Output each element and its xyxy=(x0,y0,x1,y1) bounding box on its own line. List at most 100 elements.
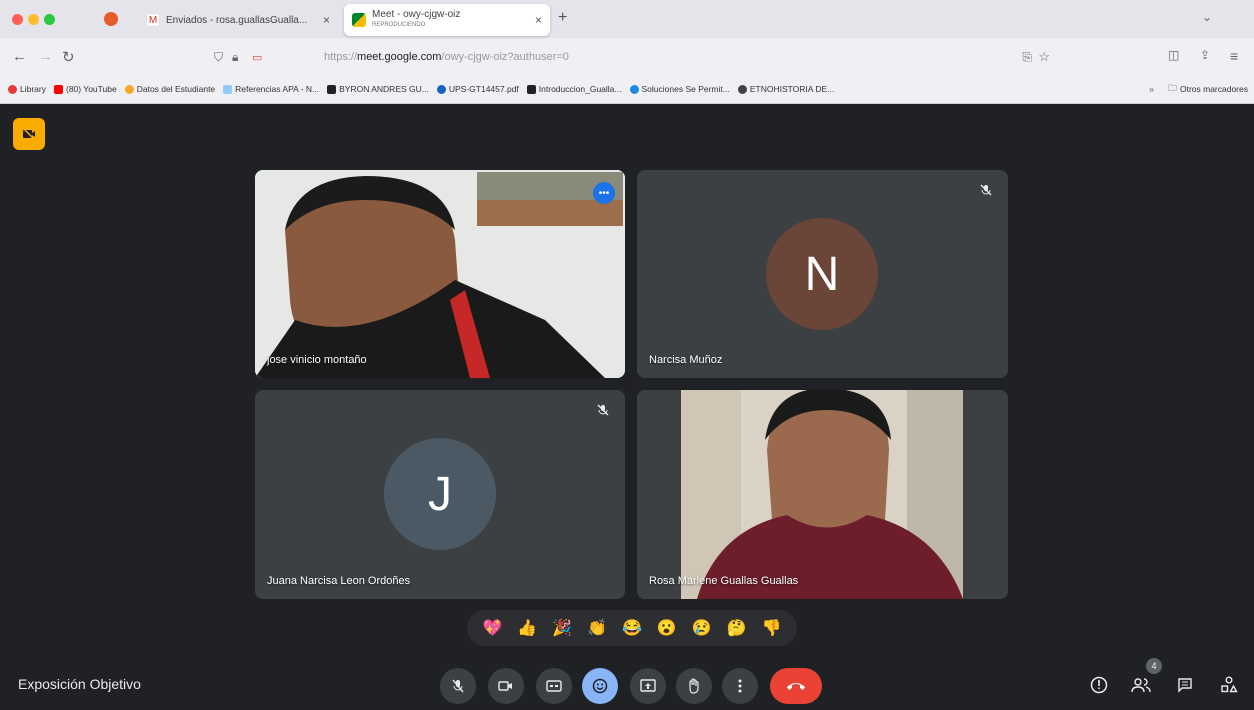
folder-icon: 🗀 xyxy=(1167,83,1177,93)
tab-label: Enviados - rosa.guallasGualla... xyxy=(166,14,308,26)
camera-mic-permission-icon[interactable]: ▭ xyxy=(252,51,262,64)
youtube-icon xyxy=(53,84,63,94)
info-icon xyxy=(1090,676,1108,694)
meeting-details-button[interactable] xyxy=(1086,672,1112,698)
captions-button[interactable] xyxy=(536,668,572,704)
tab-text: Meet - owy-cjgw-oiz REPRODUCIENDO xyxy=(372,9,460,31)
thumbs-down-reaction-button[interactable]: 👎 xyxy=(761,618,781,638)
bookmark-item[interactable]: (80) YouTube xyxy=(53,84,117,94)
pocket-icon[interactable]: ◫ xyxy=(1168,48,1179,62)
people-button[interactable] xyxy=(1128,672,1154,698)
forward-icon[interactable]: → xyxy=(38,48,53,65)
thinking-reaction-button[interactable]: 🤔 xyxy=(727,618,747,638)
camera-button[interactable] xyxy=(488,668,524,704)
participant-name: Narcisa Muñoz xyxy=(649,354,723,366)
bookmark-item[interactable]: UPS-GT14457.pdf xyxy=(436,84,519,94)
tab-gmail[interactable]: M Enviados - rosa.guallasGualla... × xyxy=(138,4,338,36)
translate-icon[interactable]: ⎘ xyxy=(1022,50,1032,65)
firefox-view-icon[interactable] xyxy=(104,12,118,26)
other-bookmarks[interactable]: 🗀 Otros marcadores xyxy=(1168,81,1248,97)
more-options-button[interactable]: ••• xyxy=(593,182,615,204)
maximize-window-button[interactable] xyxy=(44,14,55,25)
raise-hand-button[interactable] xyxy=(676,668,712,704)
control-bar: Exposición Objetivo 4 xyxy=(0,658,1254,710)
present-screen-icon xyxy=(640,679,656,692)
meet-stage: ••• jose vinicio montaño N Narcisa Muñoz… xyxy=(0,104,1254,710)
hand-icon xyxy=(689,678,699,694)
close-tab-icon[interactable]: × xyxy=(535,13,542,27)
close-window-button[interactable] xyxy=(12,14,23,25)
bookmark-label: (80) YouTube xyxy=(65,84,117,94)
tab-meet[interactable]: Meet - owy-cjgw-oiz REPRODUCIENDO × xyxy=(344,4,550,36)
nav-bar: ← → ↻ ⛉ 🔒︎ ▭ https://meet.google.com/owy… xyxy=(0,38,1254,76)
bookmark-item[interactable]: Introduccion_Gualla... xyxy=(526,84,622,94)
url-text: https://meet.google.com/owy-cjgw-oiz?aut… xyxy=(324,51,569,63)
bookmark-favicon-icon xyxy=(526,84,536,94)
participant-tile[interactable]: ••• jose vinicio montaño xyxy=(255,170,625,378)
bookmark-item[interactable]: Datos del Estudiante xyxy=(124,84,215,94)
participant-tile[interactable]: J Juana Narcisa Leon Ordoñes xyxy=(255,390,625,599)
avatar-initial: J xyxy=(428,467,452,521)
close-tab-icon[interactable]: × xyxy=(323,13,330,27)
bookmark-item[interactable]: ETNOHISTORIA DE... xyxy=(737,84,835,94)
bookmark-item[interactable]: BYRON ANDRES GU... xyxy=(327,84,429,94)
back-icon[interactable]: ← xyxy=(12,48,27,65)
bookmark-label: Soluciones Se Permit... xyxy=(641,84,730,94)
url-domain: meet.google.com xyxy=(357,51,442,63)
meeting-title: Exposición Objetivo xyxy=(18,676,141,692)
list-tabs-icon[interactable]: ⌄ xyxy=(1202,10,1212,24)
bookmark-label: ETNOHISTORIA DE... xyxy=(749,84,835,94)
clap-reaction-button[interactable]: 👏 xyxy=(587,618,607,638)
url-bar[interactable]: ⛉ 🔒︎ ▭ https://meet.google.com/owy-cjgw-… xyxy=(206,43,1058,71)
bookmark-favicon-icon xyxy=(124,84,134,94)
bookmarks-overflow-icon[interactable]: » xyxy=(1149,84,1154,94)
share-icon[interactable]: ⇪ xyxy=(1200,48,1210,62)
more-options-button[interactable] xyxy=(722,668,758,704)
activities-button[interactable] xyxy=(1216,672,1242,698)
thumbs-up-reaction-button[interactable]: 👍 xyxy=(517,618,537,638)
emoji-icon xyxy=(592,678,608,694)
participant-tile[interactable]: Rosa Marlene Guallas Guallas xyxy=(637,390,1008,599)
mic-button[interactable] xyxy=(440,668,476,704)
tab-bar: M Enviados - rosa.guallasGualla... × Mee… xyxy=(0,0,1254,38)
other-bookmarks-label: Otros marcadores xyxy=(1179,84,1248,94)
bookmark-item[interactable]: Soluciones Se Permit... xyxy=(629,84,730,94)
laugh-reaction-button[interactable]: 😂 xyxy=(622,618,642,638)
reload-icon[interactable]: ↻ xyxy=(62,48,75,66)
present-button[interactable] xyxy=(630,668,666,704)
surprised-reaction-button[interactable]: 😮 xyxy=(657,618,677,638)
shield-icon[interactable]: ⛉ xyxy=(214,50,223,65)
more-vert-icon xyxy=(738,679,742,693)
people-icon xyxy=(1131,678,1151,693)
bookmark-favicon-icon xyxy=(327,84,337,94)
bookmark-favicon-icon xyxy=(223,84,233,94)
chat-button[interactable] xyxy=(1172,672,1198,698)
camera-off-icon xyxy=(22,127,36,141)
url-path: /owy-cjgw-oiz?authuser=0 xyxy=(441,51,569,63)
avatar-initial: N xyxy=(804,247,840,301)
bookmark-favicon-icon xyxy=(629,84,639,94)
browser-chrome: M Enviados - rosa.guallasGualla... × Mee… xyxy=(0,0,1254,104)
bookmark-item[interactable]: Referencias APA - N... xyxy=(223,84,319,94)
bookmark-item[interactable]: Library xyxy=(8,84,46,94)
gmail-icon: M xyxy=(146,13,160,27)
reactions-button[interactable] xyxy=(582,668,618,704)
bookmarks-bar: Library (80) YouTube Datos del Estudiant… xyxy=(0,78,1254,100)
recording-badge[interactable] xyxy=(13,118,45,150)
participant-tile[interactable]: N Narcisa Muñoz xyxy=(637,170,1008,378)
bookmark-label: Referencias APA - N... xyxy=(235,84,320,94)
bookmark-star-icon[interactable]: ☆ xyxy=(1038,49,1050,65)
heart-reaction-button[interactable]: 💖 xyxy=(482,618,502,638)
bookmark-favicon-icon xyxy=(8,84,17,94)
participant-name: Rosa Marlene Guallas Guallas xyxy=(649,575,799,587)
meet-icon xyxy=(352,13,366,27)
leave-call-button[interactable] xyxy=(770,668,822,704)
lock-icon[interactable]: 🔒︎ xyxy=(232,50,238,65)
menu-icon[interactable]: ≡ xyxy=(1230,48,1238,64)
bookmark-label: BYRON ANDRES GU... xyxy=(339,84,429,94)
party-reaction-button[interactable]: 🎉 xyxy=(552,618,572,638)
new-tab-button[interactable]: + xyxy=(558,9,567,27)
mic-off-icon xyxy=(595,402,611,418)
minimize-window-button[interactable] xyxy=(28,14,39,25)
sad-reaction-button[interactable]: 😢 xyxy=(692,618,712,638)
